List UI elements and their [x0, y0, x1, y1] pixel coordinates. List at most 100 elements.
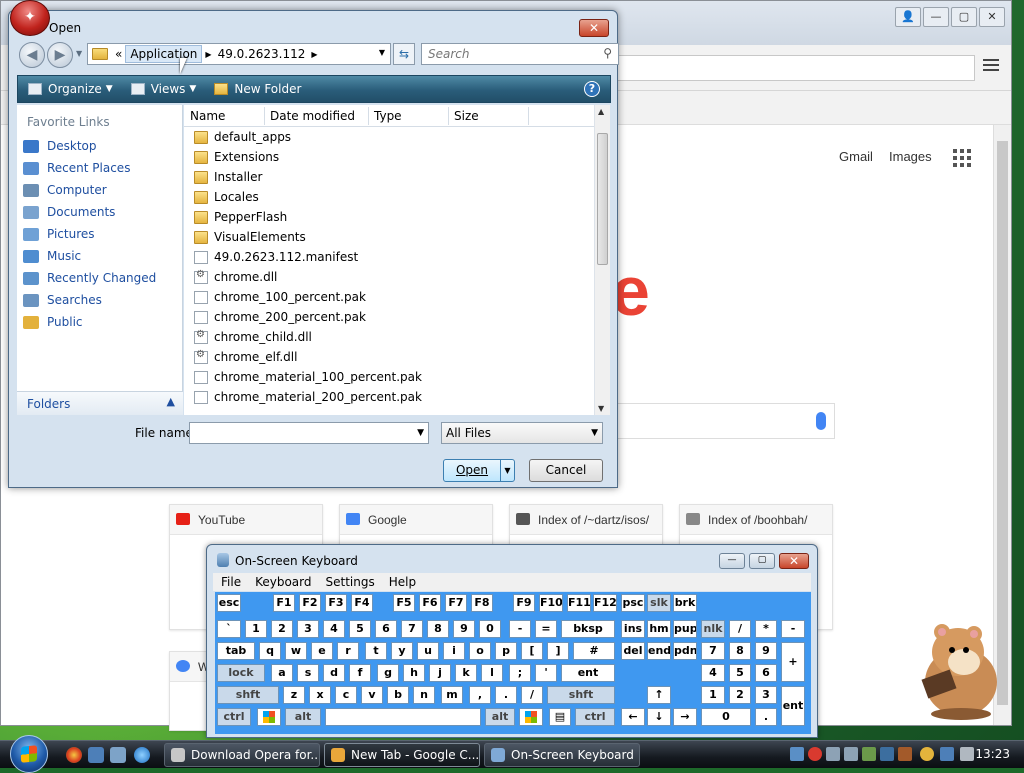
file-row[interactable]: default_apps: [184, 127, 594, 147]
file-row[interactable]: chrome_200_percent.pak: [184, 307, 594, 327]
address-bar[interactable]: [601, 55, 975, 81]
views-button[interactable]: Views ▼: [121, 82, 205, 96]
key-2[interactable]: 2: [271, 620, 293, 638]
key-`[interactable]: `: [217, 620, 241, 638]
key-bksp[interactable]: bksp: [561, 620, 615, 638]
key-3[interactable]: 3: [297, 620, 319, 638]
breadcrumb-overflow[interactable]: «: [112, 47, 125, 61]
key-e[interactable]: e: [311, 642, 333, 660]
key-q[interactable]: q: [259, 642, 281, 660]
tray-app-icon[interactable]: [898, 747, 912, 761]
key-F12[interactable]: F12: [593, 594, 617, 612]
key-.[interactable]: .: [495, 686, 517, 704]
windows-key-icon[interactable]: [519, 708, 543, 726]
key-;[interactable]: ;: [509, 664, 531, 682]
tray-monitor-icon[interactable]: [880, 747, 894, 761]
osk-minimize-button[interactable]: —: [719, 553, 745, 569]
key-j[interactable]: j: [429, 664, 451, 682]
key-p[interactable]: p: [495, 642, 517, 660]
column-date-modified[interactable]: Date modified: [270, 109, 355, 123]
windows-key-icon[interactable]: [257, 708, 281, 726]
key-pup[interactable]: pup: [673, 620, 697, 638]
minimize-button[interactable]: —: [923, 7, 949, 27]
key-z[interactable]: z: [283, 686, 305, 704]
column-name[interactable]: Name: [190, 109, 225, 123]
favorite-link-desktop[interactable]: Desktop: [17, 135, 182, 157]
dialog-close-button[interactable]: ✕: [579, 19, 609, 37]
key-g[interactable]: g: [377, 664, 399, 682]
clock[interactable]: 13:23: [975, 747, 1010, 761]
new-folder-button[interactable]: New Folder: [204, 82, 309, 96]
key-←[interactable]: ←: [621, 708, 645, 726]
key-↓[interactable]: ↓: [647, 708, 671, 726]
key-slk[interactable]: slk: [647, 594, 671, 612]
key--[interactable]: -: [781, 620, 805, 638]
key-7[interactable]: 7: [701, 642, 725, 660]
key-t[interactable]: t: [365, 642, 387, 660]
images-link[interactable]: Images: [889, 149, 932, 164]
key-F6[interactable]: F6: [419, 594, 441, 612]
chevron-right-icon[interactable]: ▶: [308, 50, 320, 59]
osk-menu-settings[interactable]: Settings: [318, 573, 381, 591]
organize-button[interactable]: Organize ▼: [18, 82, 121, 96]
key-,[interactable]: ,: [469, 686, 491, 704]
key-][interactable]: ]: [547, 642, 569, 660]
key-alt[interactable]: alt: [285, 708, 321, 726]
breadcrumb-version[interactable]: 49.0.2623.112: [215, 47, 309, 61]
key-F2[interactable]: F2: [299, 594, 321, 612]
internet-explorer-icon[interactable]: [134, 747, 150, 763]
chevron-down-icon[interactable]: ▼: [379, 48, 385, 57]
key-F7[interactable]: F7: [445, 594, 467, 612]
column-type[interactable]: Type: [374, 109, 402, 123]
address-breadcrumb[interactable]: « Application ▶ 49.0.2623.112 ▶ ▼: [87, 43, 391, 65]
search-input[interactable]: Search ⚲: [421, 43, 619, 65]
key-ent[interactable]: ent: [781, 686, 805, 726]
key-pdn[interactable]: pdn: [673, 642, 697, 660]
key-y[interactable]: y: [391, 642, 413, 660]
close-button[interactable]: ✕: [979, 7, 1005, 27]
menu-icon[interactable]: [983, 59, 999, 74]
maximize-button[interactable]: ▢: [951, 7, 977, 27]
favorite-link-pictures[interactable]: Pictures: [17, 223, 182, 245]
key-i[interactable]: i: [443, 642, 465, 660]
file-row[interactable]: Extensions: [184, 147, 594, 167]
key-end[interactable]: end: [647, 642, 671, 660]
key-ins[interactable]: ins: [621, 620, 645, 638]
key-F4[interactable]: F4: [351, 594, 373, 612]
key-9[interactable]: 9: [755, 642, 777, 660]
key-8[interactable]: 8: [427, 620, 449, 638]
key-F3[interactable]: F3: [325, 594, 347, 612]
key-8[interactable]: 8: [729, 642, 751, 660]
key-↑[interactable]: ↑: [647, 686, 671, 704]
key-0[interactable]: 0: [479, 620, 501, 638]
switch-windows-icon[interactable]: [110, 747, 126, 763]
file-name-input[interactable]: ▼: [189, 422, 429, 444]
breadcrumb-application[interactable]: Application: [125, 45, 203, 63]
tray-warning-icon[interactable]: [920, 747, 934, 761]
favorite-link-computer[interactable]: Computer: [17, 179, 182, 201]
key-b[interactable]: b: [387, 686, 409, 704]
file-list-scrollbar[interactable]: ▲ ▼: [594, 105, 610, 415]
refresh-icon[interactable]: ⇆: [393, 43, 415, 65]
key-6[interactable]: 6: [375, 620, 397, 638]
search-box[interactable]: [617, 403, 835, 439]
key-k[interactable]: k: [455, 664, 477, 682]
key-ctrl[interactable]: ctrl: [217, 708, 251, 726]
key-alt[interactable]: alt: [485, 708, 515, 726]
key-F11[interactable]: F11: [567, 594, 591, 612]
key-l[interactable]: l: [481, 664, 503, 682]
key-F5[interactable]: F5: [393, 594, 415, 612]
key-5[interactable]: 5: [349, 620, 371, 638]
key-d[interactable]: d: [323, 664, 345, 682]
osk-close-button[interactable]: ✕: [779, 553, 809, 569]
osk-menu-help[interactable]: Help: [381, 573, 422, 591]
osk-maximize-button[interactable]: ▢: [749, 553, 775, 569]
key-'[interactable]: ': [535, 664, 557, 682]
key-a[interactable]: a: [271, 664, 293, 682]
file-type-select[interactable]: All Files ▼: [441, 422, 603, 444]
key--[interactable]: -: [509, 620, 531, 638]
key-[[interactable]: [: [521, 642, 543, 660]
key-nlk[interactable]: nlk: [701, 620, 725, 638]
favorite-link-public[interactable]: Public: [17, 311, 182, 333]
key-=[interactable]: =: [535, 620, 557, 638]
